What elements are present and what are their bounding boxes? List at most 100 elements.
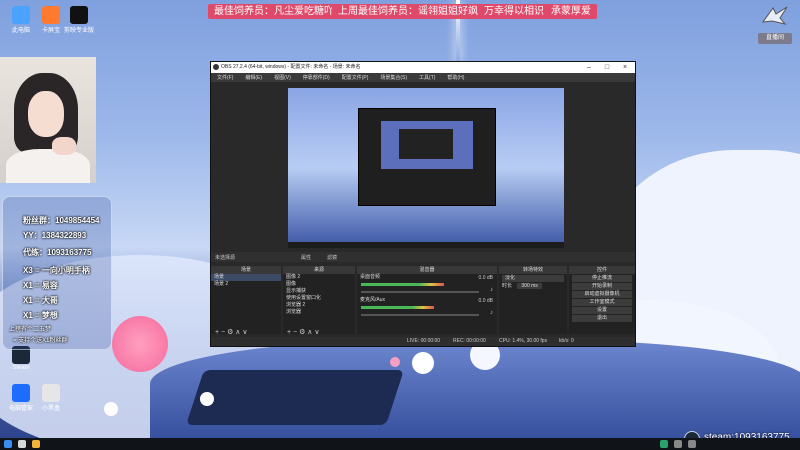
- menu-view[interactable]: 视图(V): [274, 74, 291, 81]
- live-time: LIVE: 00:00:00: [407, 338, 441, 344]
- speaker-icon[interactable]: ♪: [490, 287, 493, 293]
- obs-preview[interactable]: [288, 88, 564, 248]
- source-item[interactable]: 浏览器: [283, 309, 355, 316]
- properties-button[interactable]: 属性: [301, 254, 311, 261]
- bubble-white: [104, 402, 118, 416]
- desktop-icon-computer[interactable]: 此电脑: [4, 6, 38, 34]
- corner-badge: 直播间: [758, 33, 792, 44]
- desktop-icon-box[interactable]: 小黑盒: [34, 384, 68, 412]
- folder-icon[interactable]: [32, 440, 40, 448]
- gift-line: 上榜有个二五梦: [9, 327, 52, 333]
- bitrate: kb/s: 0: [559, 338, 574, 344]
- gift-line: 代练：1093163775: [23, 248, 92, 257]
- virtual-camera-button[interactable]: 启动虚拟摄像机: [572, 291, 632, 298]
- controls-dock: 停止推流 开始录制 启动虚拟摄像机 工作室模式 设置 退出: [569, 274, 635, 334]
- desktop-icon-guard[interactable]: 电脑管家: [4, 384, 38, 412]
- obs-titlebar[interactable]: OBS 27.2.4 (64-bit, windows) - 配置文件: 未命名…: [211, 62, 635, 73]
- preview-nested-obs-2: [399, 129, 453, 159]
- computer-icon: [12, 6, 30, 24]
- source-item[interactable]: 显示捕获: [283, 288, 355, 295]
- gift-line: X3 = 一向小明手柄: [23, 266, 90, 275]
- mixer-channel-name: 桌面音频: [360, 274, 381, 280]
- volume-slider[interactable]: [361, 291, 479, 293]
- webcam-overlay: [0, 57, 96, 183]
- duration-label: 时长: [502, 283, 513, 289]
- obs-window[interactable]: OBS 27.2.4 (64-bit, windows) - 配置文件: 未命名…: [210, 61, 636, 347]
- audio-meter: [361, 283, 444, 286]
- webcam-hand: [52, 137, 76, 155]
- sources-dock-title: 来源: [283, 266, 355, 274]
- menu-profile[interactable]: 配置文件(P): [342, 74, 369, 81]
- mixer-channel-db: 0.0 dB: [478, 298, 493, 304]
- gift-line: X1 = 梦想: [23, 311, 58, 320]
- desktop-icon-label: 剪映专业版: [63, 28, 94, 34]
- no-source-label: 未选择源: [215, 255, 236, 261]
- menu-docks[interactable]: 停靠部件(D): [303, 74, 330, 81]
- bubble-white: [412, 352, 434, 374]
- desktop-icon-label: 卡屏宝: [41, 28, 60, 34]
- volume-slider[interactable]: [361, 314, 479, 316]
- stop-stream-button[interactable]: 停止推流: [572, 275, 632, 282]
- obs-statusbar: LIVE: 00:00:00 REC: 00:00:00 CPU: 1.4%, …: [211, 337, 635, 346]
- maximize-icon[interactable]: □: [599, 62, 615, 73]
- studio-mode-button[interactable]: 工作室模式: [572, 299, 632, 306]
- gift-panel: 粉丝群：1049854454 YY：1384322893 代练：10931637…: [2, 196, 112, 350]
- scene-item[interactable]: 场景 2: [211, 281, 281, 288]
- gift-line: X1 = 易容: [23, 281, 58, 290]
- banner-best-keeper: 最佳饲养员：凡尘爱吃糖吖: [208, 4, 340, 19]
- transition-select[interactable]: 淡化: [502, 275, 564, 282]
- menu-tools[interactable]: 工具(T): [419, 74, 435, 81]
- mixer-dock-title: 混音器: [357, 266, 497, 274]
- network-icon[interactable]: [688, 440, 696, 448]
- audio-meter: [361, 306, 434, 309]
- volume-icon[interactable]: [674, 440, 682, 448]
- source-item[interactable]: 浏览器 2: [283, 302, 355, 309]
- close-icon[interactable]: ×: [617, 62, 633, 73]
- filters-button[interactable]: 滤镜: [327, 254, 337, 261]
- search-icon[interactable]: [18, 440, 26, 448]
- gift-line: = 支持个送X1粉丝群: [13, 338, 68, 344]
- desktop-icon-label: 电脑管家: [8, 406, 33, 412]
- settings-button[interactable]: 设置: [572, 307, 632, 314]
- bird-logo-icon: [761, 6, 788, 25]
- desktop-icon-label: 小黑盒: [41, 406, 60, 412]
- start-recording-button[interactable]: 开始录制: [572, 283, 632, 290]
- cpu-fps: CPU: 1.4%, 30.00 fps: [499, 338, 548, 344]
- obs-title: OBS 27.2.4 (64-bit, windows) - 配置文件: 未命名…: [221, 64, 361, 70]
- duration-input[interactable]: 300 ms: [517, 283, 542, 289]
- transitions-dock-title: 转场特效: [499, 266, 567, 274]
- scene-tools[interactable]: + − ⚙ ∧ ∨: [215, 328, 247, 336]
- banner-thanks: 承蒙厚爱: [545, 4, 597, 19]
- minimize-icon[interactable]: –: [581, 62, 597, 73]
- exit-button[interactable]: 退出: [572, 315, 632, 322]
- desktop-icon-capcut[interactable]: 剪映专业版: [62, 6, 96, 34]
- gift-line: YY：1384322893: [23, 231, 87, 240]
- sources-dock: 图像 2 图像 显示捕获 使用设置窗口化 浏览器 2 浏览器: [283, 274, 355, 334]
- obs-logo-icon: [213, 64, 219, 70]
- webcam-robe: [6, 149, 90, 183]
- desktop-icon-label: Steam: [12, 365, 30, 371]
- preview-nested-obs: [358, 108, 496, 206]
- scenes-dock: 场景 场景 2: [211, 274, 281, 334]
- start-icon[interactable]: [4, 440, 12, 448]
- speaker-icon[interactable]: ♪: [490, 310, 493, 316]
- source-item[interactable]: 使用设置窗口化: [283, 295, 355, 302]
- menu-file[interactable]: 文件(F): [217, 74, 233, 81]
- menu-scene-collection[interactable]: 场景集合(S): [380, 74, 407, 81]
- preview-nested-canvas: [381, 121, 473, 169]
- desktop-icon-label: 此电脑: [11, 28, 30, 34]
- source-item[interactable]: 图像 2: [283, 274, 355, 281]
- transition-duration: 时长 300 ms: [499, 283, 567, 290]
- rec-time: REC: 00:00:00: [453, 338, 486, 344]
- bubble-white: [200, 392, 214, 406]
- capcut-icon: [70, 6, 88, 24]
- scene-item[interactable]: 场景: [211, 274, 281, 281]
- menu-edit[interactable]: 编辑(E): [245, 74, 262, 81]
- source-tools[interactable]: + − ⚙ ∧ ∨: [287, 328, 319, 336]
- dark-rock: [186, 370, 404, 425]
- bubble-pink: [112, 316, 168, 372]
- tray-icon[interactable]: [660, 440, 668, 448]
- source-item[interactable]: 图像: [283, 281, 355, 288]
- menu-help[interactable]: 帮助(H): [447, 74, 464, 81]
- mixer-channel-name: 麦克风/Aux: [360, 297, 386, 303]
